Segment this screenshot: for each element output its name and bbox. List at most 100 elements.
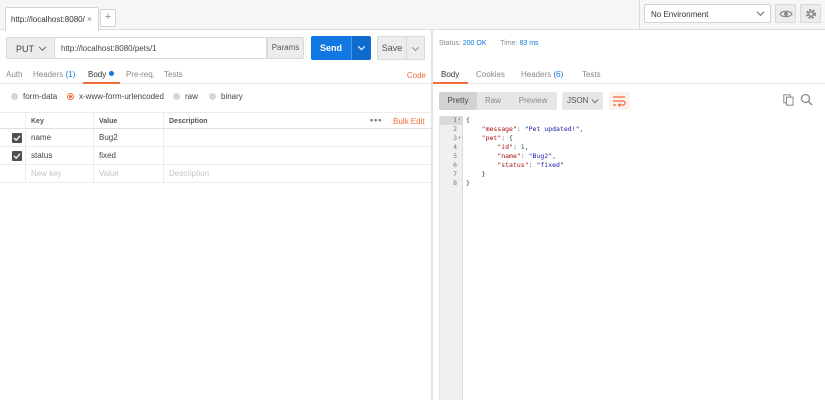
header-checkbox-col (0, 113, 25, 128)
status-value: 200 OK (462, 40, 487, 47)
close-icon[interactable]: × (87, 15, 92, 24)
params-button[interactable]: Params (267, 37, 304, 59)
format-select[interactable]: JSON (562, 92, 603, 110)
environment-label: No Environment (651, 10, 709, 19)
tab-headers[interactable]: Headers (1) (33, 70, 75, 79)
new-tab-button[interactable]: + (100, 9, 116, 27)
table-header: Key Value Description ••• Bulk Edit (0, 112, 431, 129)
fold-icon[interactable]: ▾ (458, 116, 461, 125)
divider (639, 0, 640, 30)
top-bar: http://localhost:8080/ × + No Environmen… (0, 0, 825, 31)
line-number: 7 (453, 170, 457, 178)
radio-label: x-www-form-urlencoded (79, 92, 164, 101)
radio-x-www-form-urlencoded[interactable]: x-www-form-urlencoded (67, 92, 164, 101)
line-number: 6 (453, 161, 457, 169)
header-description: Description ••• Bulk Edit (163, 113, 431, 128)
row-description[interactable] (163, 147, 431, 164)
tab-headers-label: Headers (33, 70, 64, 79)
code-text: } (466, 170, 486, 178)
radio-raw[interactable]: raw (173, 92, 198, 101)
radio-label: form-data (23, 92, 58, 101)
tab-body-label: Body (88, 70, 107, 79)
tab-auth[interactable]: Auth (6, 70, 22, 79)
environment-quick-look-button[interactable] (775, 4, 796, 23)
radio-binary[interactable]: binary (209, 92, 243, 101)
tab-prereq[interactable]: Pre-req. (126, 70, 155, 79)
chevron-down-icon (38, 46, 47, 52)
tab-response-headers[interactable]: Headers (6) (521, 70, 563, 79)
active-tab-indicator (83, 82, 120, 84)
radio-form-data[interactable]: form-data (11, 92, 57, 101)
tab-response-body[interactable]: Body (441, 70, 459, 79)
tab-response-tests[interactable]: Tests (582, 70, 601, 79)
line-number: 2 (453, 125, 457, 133)
header-value: Value (93, 113, 163, 128)
method-select[interactable]: PUT (6, 37, 55, 59)
body-mode-radios: form-data x-www-form-urlencoded raw bina… (0, 90, 431, 106)
time-value: 83 ms (519, 40, 539, 47)
line-number: 8 (453, 179, 457, 187)
new-value-input[interactable]: Value (93, 165, 163, 182)
code-link[interactable]: Code (407, 71, 426, 80)
row-checkbox[interactable] (12, 151, 22, 161)
settings-button[interactable] (800, 4, 821, 23)
header-description-label: Description (169, 118, 208, 125)
tab-localhost[interactable]: http://localhost:8080/ × (5, 7, 99, 31)
method-label: PUT (16, 44, 34, 54)
new-key-input[interactable]: New key (25, 165, 93, 182)
tab-tests[interactable]: Tests (164, 70, 183, 79)
code-text: "pet": { (481, 134, 513, 142)
wrap-lines-button[interactable] (609, 92, 630, 110)
response-status-line: Status: 200 OK Time: 83 ms (439, 40, 539, 47)
bulk-edit-link[interactable]: Bulk Edit (393, 113, 425, 128)
tab-label: http://localhost:8080/ (11, 15, 85, 24)
row-key[interactable]: name (25, 129, 93, 146)
code-text: "status": "fixed" (497, 161, 564, 169)
row-checkbox[interactable] (12, 133, 22, 143)
response-headers-count: (6) (553, 70, 564, 79)
body-modified-dot (109, 71, 115, 76)
eye-icon (779, 10, 793, 18)
row-checkbox-cell (0, 165, 25, 182)
line-number: 1 (453, 116, 457, 124)
radio-label: binary (221, 92, 243, 101)
save-button[interactable]: Save (377, 36, 407, 60)
check-icon (13, 153, 21, 160)
row-description[interactable] (163, 129, 431, 146)
chevron-down-icon (357, 46, 366, 51)
code-text: { (466, 116, 470, 124)
pane-divider[interactable] (431, 30, 433, 400)
line-number: 5 (453, 152, 457, 160)
line-number: 3 (453, 134, 457, 142)
radio-circle (173, 93, 180, 100)
more-options-icon[interactable]: ••• (370, 113, 382, 128)
send-button[interactable]: Send (311, 36, 351, 60)
format-label: JSON (567, 96, 589, 105)
header-key: Key (25, 113, 93, 128)
tab-body[interactable]: Body (88, 70, 115, 79)
status-label: Status: (439, 40, 461, 47)
chevron-down-icon (591, 99, 599, 104)
save-dropdown-button[interactable] (407, 36, 425, 60)
code-text: "name": "Bug2", (497, 152, 557, 160)
radio-label: raw (185, 92, 198, 101)
fold-icon[interactable]: ▾ (458, 134, 461, 143)
chevron-down-icon (756, 11, 765, 17)
row-value[interactable]: Bug2 (93, 129, 163, 146)
tab-cookies[interactable]: Cookies (476, 70, 505, 79)
row-value[interactable]: fixed (93, 147, 163, 164)
url-input[interactable] (55, 37, 267, 59)
search-icon[interactable] (800, 93, 813, 106)
view-pretty[interactable]: Pretty (439, 92, 477, 110)
environment-select[interactable]: No Environment (644, 4, 771, 23)
response-code-editor[interactable]: 1 ▾{ 2 "message": "Pet updated!", 3 ▾ "pet… (439, 116, 825, 400)
table-row: status fixed (0, 147, 431, 165)
view-preview[interactable]: Preview (509, 92, 557, 110)
view-raw[interactable]: Raw (477, 92, 509, 110)
row-key[interactable]: status (25, 147, 93, 164)
copy-icon[interactable] (783, 94, 794, 106)
send-dropdown-button[interactable] (351, 36, 371, 60)
code-text: "id": 1, (497, 143, 529, 151)
new-description-input[interactable]: Description (163, 165, 431, 182)
check-icon (13, 135, 21, 142)
